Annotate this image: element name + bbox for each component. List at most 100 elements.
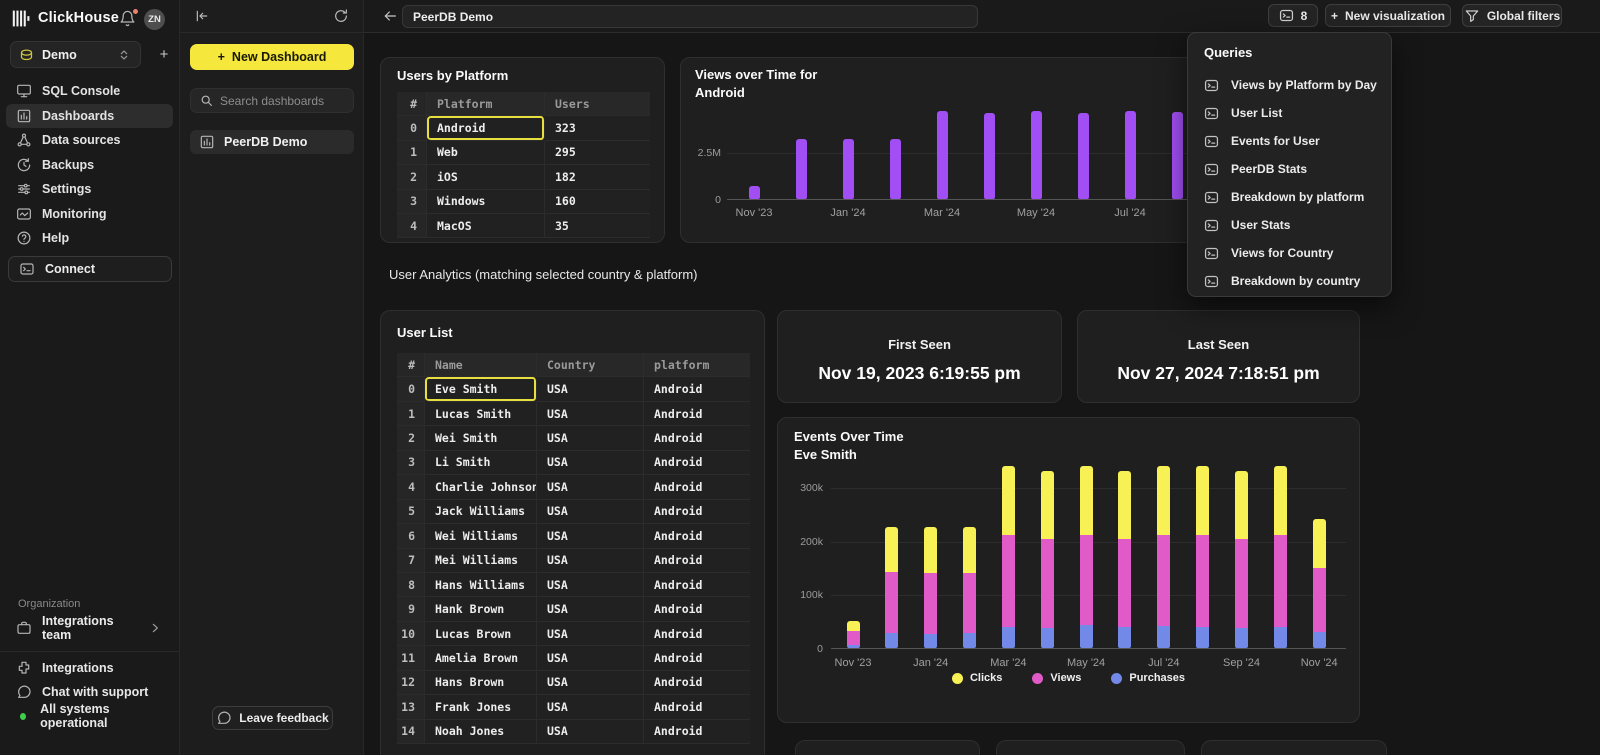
collapse-panel-icon[interactable]: [194, 8, 210, 24]
back-arrow-icon[interactable]: [382, 8, 398, 24]
refresh-icon[interactable]: [333, 8, 349, 24]
table-cell[interactable]: USA: [537, 695, 644, 719]
views-bar-dec-23[interactable]: [796, 139, 807, 199]
leave-feedback-button[interactable]: Leave feedback: [212, 706, 333, 730]
legend-item-clicks[interactable]: Clicks: [952, 672, 1002, 684]
sidebar-item-monitoring[interactable]: Monitoring: [6, 202, 173, 227]
events-bar-sep-24[interactable]: [1235, 471, 1248, 648]
legend-item-views[interactable]: Views: [1032, 672, 1081, 684]
table-cell[interactable]: Lucas Brown: [425, 622, 537, 646]
table-cell[interactable]: Amelia Brown: [425, 646, 537, 670]
organization-team-item[interactable]: Integrations team: [6, 615, 173, 641]
events-bar-oct-24[interactable]: [1274, 466, 1287, 649]
queries-count-button[interactable]: 8: [1268, 4, 1318, 27]
legend-item-purchases[interactable]: Purchases: [1111, 672, 1185, 684]
table-cell[interactable]: Hank Brown: [425, 597, 537, 621]
views-bar-may-24[interactable]: [1031, 111, 1042, 199]
table-cell[interactable]: iOS: [427, 165, 545, 189]
events-bar-nov-24[interactable]: [1313, 519, 1326, 648]
table-cell[interactable]: USA: [537, 671, 644, 695]
table-cell[interactable]: Windows: [427, 190, 545, 214]
sidebar-item-data-sources[interactable]: Data sources: [6, 128, 173, 153]
table-cell[interactable]: MacOS: [427, 214, 545, 238]
events-bar-jun-24[interactable]: [1118, 471, 1131, 648]
table-cell[interactable]: Android: [644, 451, 750, 475]
views-bar-nov-23[interactable]: [749, 186, 760, 199]
footer-item-integrations[interactable]: Integrations: [6, 656, 173, 680]
query-item-user-list[interactable]: User List: [1204, 99, 1383, 127]
views-bar-aug-24[interactable]: [1172, 112, 1183, 199]
table-cell[interactable]: Wei Williams: [425, 524, 537, 548]
views-bar-mar-24[interactable]: [937, 111, 948, 199]
table-cell[interactable]: Android: [644, 622, 750, 646]
table-cell[interactable]: USA: [537, 451, 644, 475]
views-bar-jun-24[interactable]: [1078, 113, 1089, 199]
table-cell[interactable]: Android: [427, 116, 545, 140]
table-cell[interactable]: Android: [644, 671, 750, 695]
table-cell[interactable]: USA: [537, 377, 644, 401]
table-cell[interactable]: Web: [427, 141, 545, 165]
sidebar-item-backups[interactable]: Backups: [6, 153, 173, 178]
events-bar-dec-23[interactable]: [885, 527, 898, 648]
sidebar-item-settings[interactable]: Settings: [6, 177, 173, 202]
table-cell[interactable]: Charlie Johnson: [425, 475, 537, 499]
footer-item-all-systems-operational[interactable]: All systems operational: [6, 704, 173, 728]
query-item-user-stats[interactable]: User Stats: [1204, 211, 1383, 239]
views-bar-feb-24[interactable]: [890, 139, 901, 199]
table-cell[interactable]: Lucas Smith: [425, 402, 537, 426]
table-cell[interactable]: Android: [644, 573, 750, 597]
events-bar-apr-24[interactable]: [1041, 471, 1054, 648]
views-bar-apr-24[interactable]: [984, 113, 995, 199]
sidebar-item-dashboards[interactable]: Dashboards: [6, 104, 173, 129]
table-cell[interactable]: Hans Brown: [425, 671, 537, 695]
table-cell[interactable]: USA: [537, 402, 644, 426]
table-cell[interactable]: Android: [644, 475, 750, 499]
table-cell[interactable]: USA: [537, 622, 644, 646]
query-item-views-for-country[interactable]: Views for Country: [1204, 239, 1383, 267]
table-cell[interactable]: 295: [545, 141, 650, 165]
table-cell[interactable]: Frank Jones: [425, 695, 537, 719]
table-cell[interactable]: USA: [537, 549, 644, 573]
dashboard-title-input[interactable]: [402, 5, 978, 28]
table-cell[interactable]: Li Smith: [425, 451, 537, 475]
table-cell[interactable]: USA: [537, 720, 644, 744]
table-cell[interactable]: 160: [545, 190, 650, 214]
table-cell[interactable]: Mei Williams: [425, 549, 537, 573]
table-cell[interactable]: Hans Williams: [425, 573, 537, 597]
table-cell[interactable]: Android: [644, 646, 750, 670]
table-cell[interactable]: Jack Williams: [425, 500, 537, 524]
table-cell[interactable]: Wei Smith: [425, 426, 537, 450]
events-bar-aug-24[interactable]: [1196, 466, 1209, 649]
table-cell[interactable]: USA: [537, 597, 644, 621]
table-cell[interactable]: USA: [537, 573, 644, 597]
table-cell[interactable]: Android: [644, 597, 750, 621]
table-cell[interactable]: USA: [537, 426, 644, 450]
table-cell[interactable]: Noah Jones: [425, 720, 537, 744]
table-cell[interactable]: Eve Smith: [425, 377, 537, 401]
query-item-breakdown-by-country[interactable]: Breakdown by country: [1204, 267, 1383, 295]
table-cell[interactable]: Android: [644, 500, 750, 524]
new-visualization-button[interactable]: + New visualization: [1325, 4, 1451, 27]
avatar[interactable]: ZN: [144, 9, 165, 30]
table-cell[interactable]: 182: [545, 165, 650, 189]
events-bar-mar-24[interactable]: [1002, 466, 1015, 649]
table-cell[interactable]: USA: [537, 475, 644, 499]
views-bar-jul-24[interactable]: [1125, 111, 1136, 199]
sidebar-item-sql-console[interactable]: SQL Console: [6, 79, 173, 104]
views-bar-jan-24[interactable]: [843, 139, 854, 199]
table-cell[interactable]: USA: [537, 524, 644, 548]
table-cell[interactable]: Android: [644, 720, 750, 744]
footer-item-chat-with-support[interactable]: Chat with support: [6, 680, 173, 704]
table-cell[interactable]: USA: [537, 646, 644, 670]
table-cell[interactable]: Android: [644, 549, 750, 573]
add-workspace-button[interactable]: +: [152, 41, 176, 68]
global-filters-button[interactable]: Global filters: [1462, 4, 1562, 27]
query-item-views-by-platform-by-day[interactable]: Views by Platform by Day: [1204, 71, 1383, 99]
table-cell[interactable]: Android: [644, 377, 750, 401]
table-cell[interactable]: Android: [644, 426, 750, 450]
events-bar-jan-24[interactable]: [924, 527, 937, 648]
table-cell[interactable]: Android: [644, 524, 750, 548]
table-cell[interactable]: 35: [545, 214, 650, 238]
events-bar-jul-24[interactable]: [1157, 466, 1170, 649]
sidebar-item-help[interactable]: Help: [6, 226, 173, 251]
